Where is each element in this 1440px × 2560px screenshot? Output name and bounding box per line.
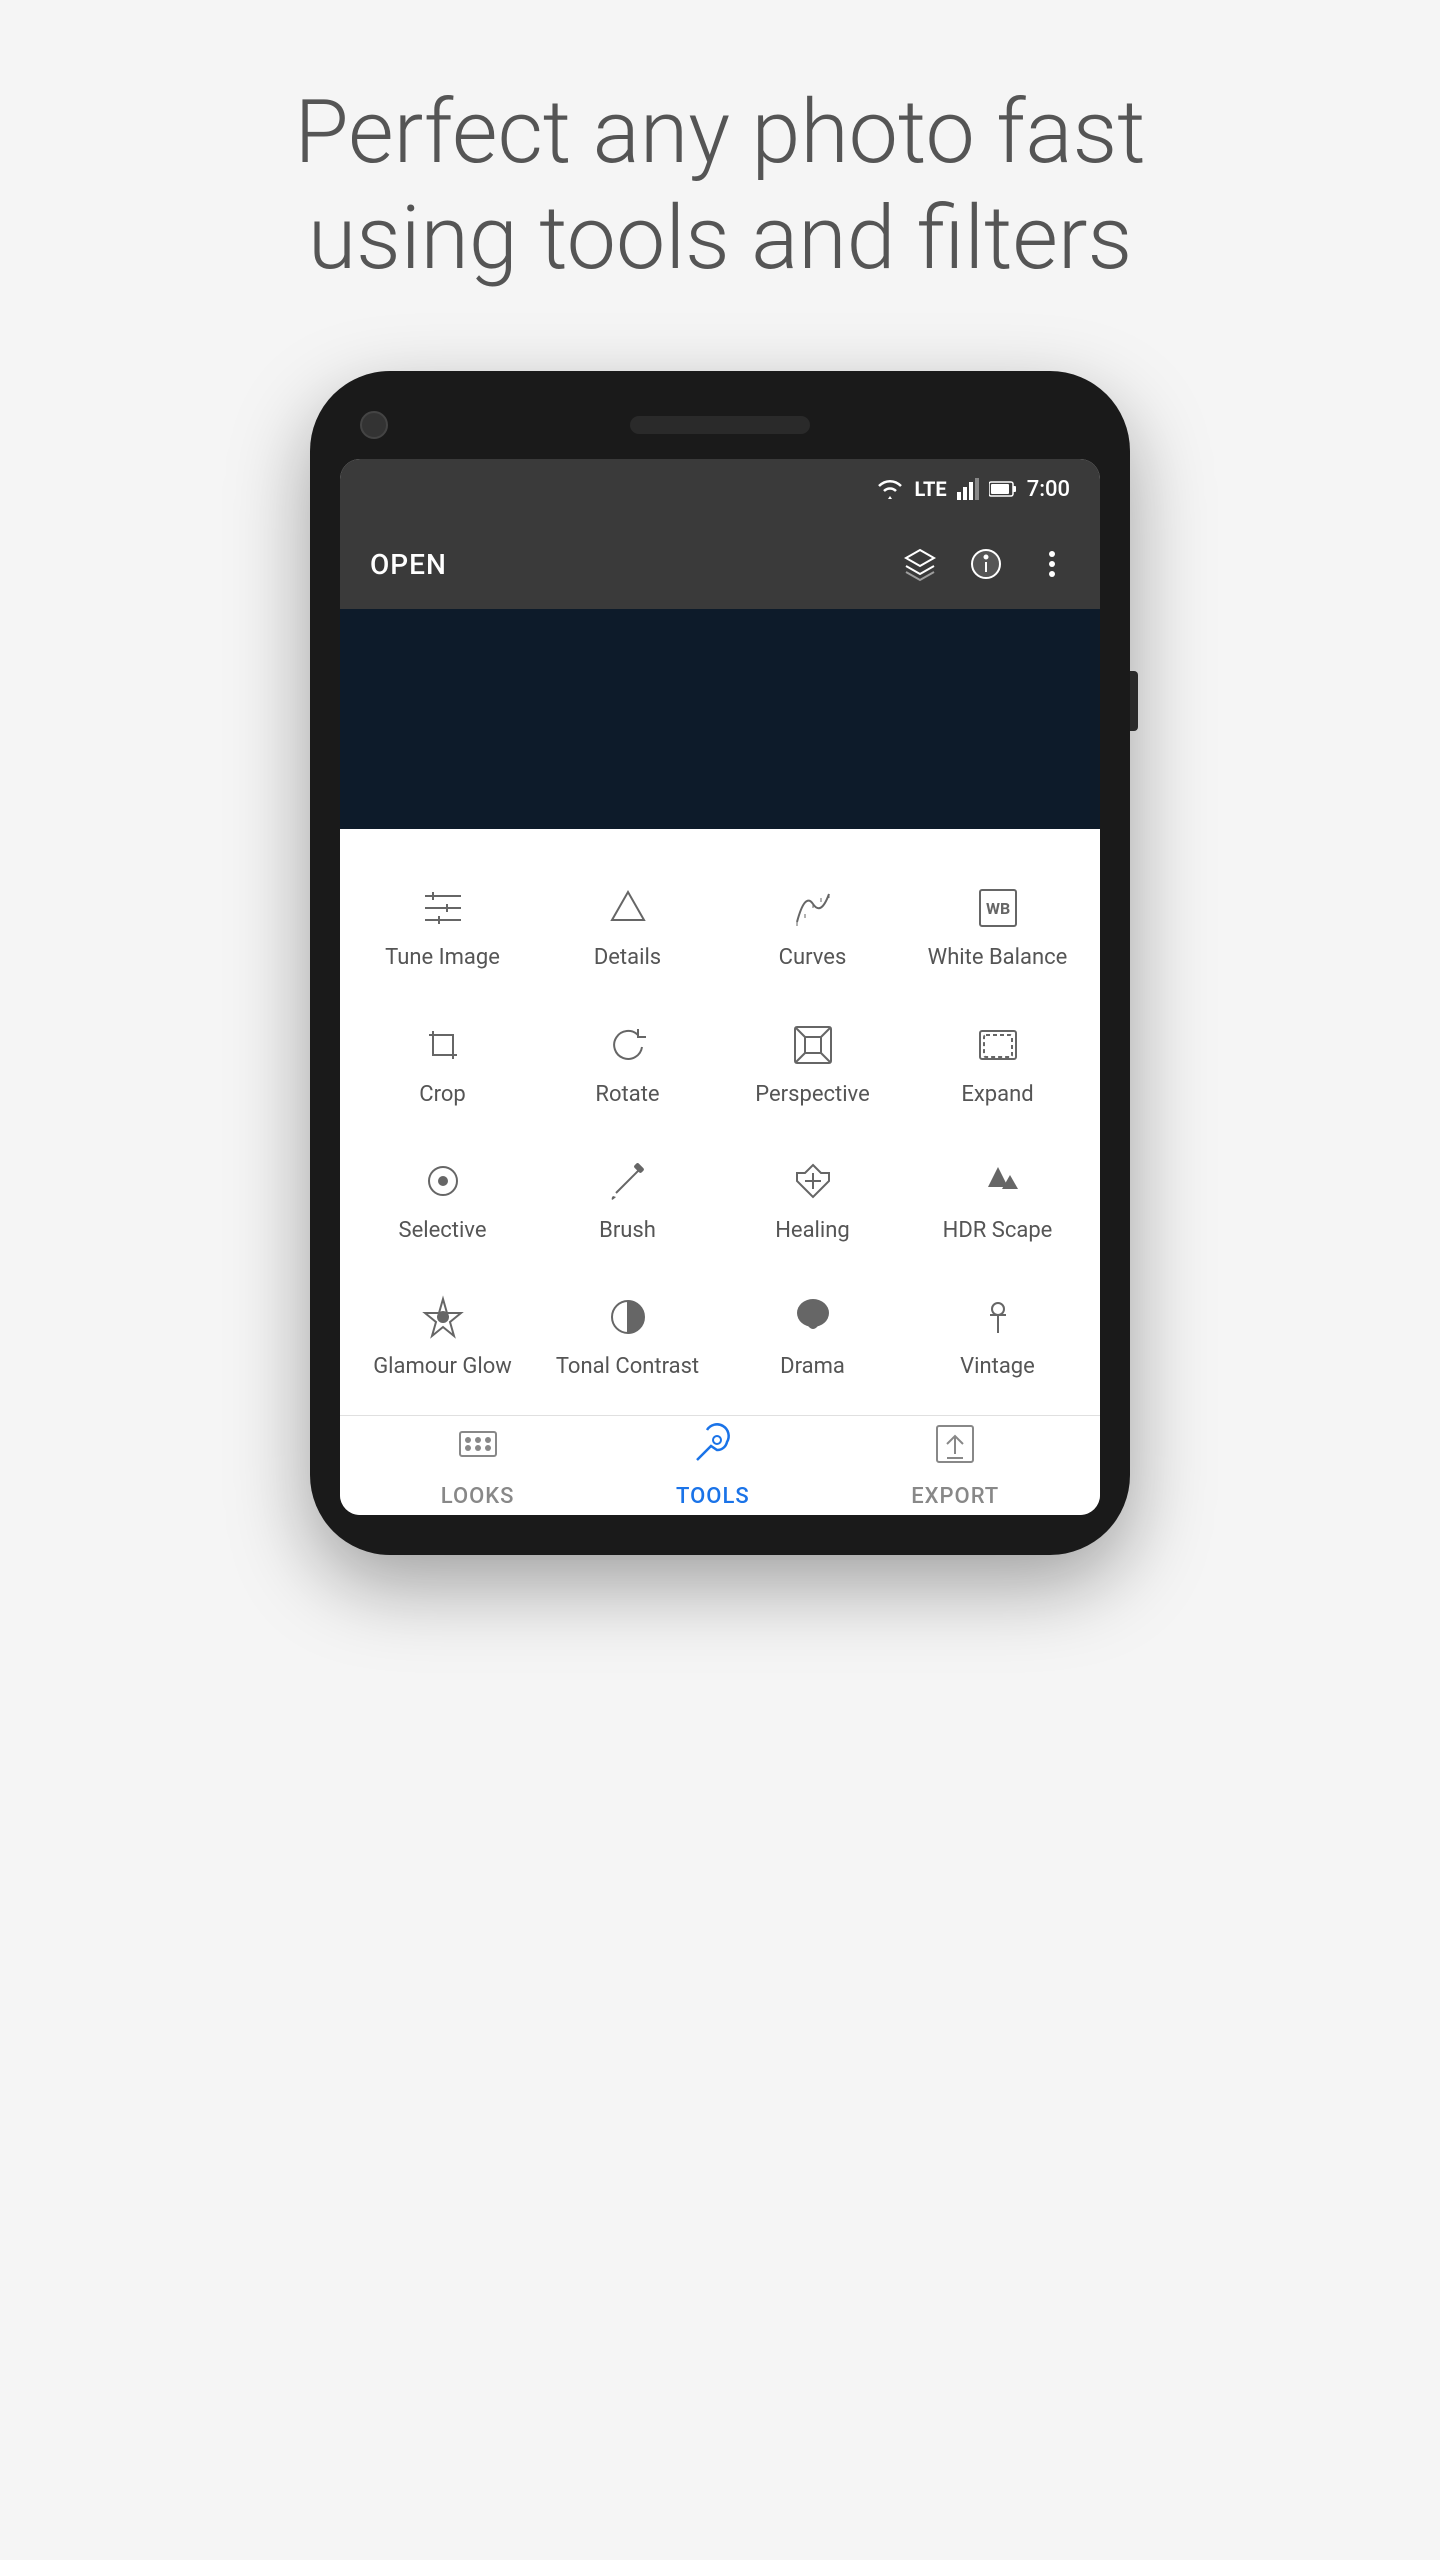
svg-text:W: W xyxy=(986,899,1000,918)
open-button[interactable]: OPEN xyxy=(370,548,447,581)
tune-image-label: Tune Image xyxy=(385,945,500,971)
tool-hdr-scape[interactable]: HDR Scape xyxy=(905,1132,1090,1268)
status-bar: LTE 7:00 xyxy=(340,459,1100,519)
hdr-scape-label: HDR Scape xyxy=(943,1218,1053,1244)
layers-icon[interactable] xyxy=(902,546,938,582)
phone-screen: LTE 7:00 OPEN xyxy=(340,459,1100,1515)
tool-brush[interactable]: Brush xyxy=(535,1132,720,1268)
drama-icon xyxy=(789,1292,837,1342)
more-options-icon[interactable] xyxy=(1034,546,1070,582)
white-balance-icon: W B xyxy=(974,883,1022,933)
expand-label: Expand xyxy=(961,1082,1033,1108)
phone-top-bar xyxy=(340,411,1100,459)
phone-camera xyxy=(360,411,388,439)
expand-icon xyxy=(974,1020,1022,1070)
info-icon[interactable] xyxy=(968,546,1004,582)
perspective-label: Perspective xyxy=(755,1082,869,1108)
phone-side-button xyxy=(1130,671,1138,731)
tools-panel: Tune Image Details xyxy=(340,829,1100,1415)
tool-vintage[interactable]: Vintage xyxy=(905,1268,1090,1404)
photo-preview xyxy=(340,609,1100,829)
status-icons: LTE 7:00 xyxy=(876,477,1070,502)
nav-export[interactable]: EXPORT xyxy=(911,1422,999,1509)
nav-looks[interactable]: LOOKS xyxy=(441,1422,515,1509)
export-icon xyxy=(933,1422,977,1476)
tool-curves[interactable]: Curves xyxy=(720,859,905,995)
export-label: EXPORT xyxy=(911,1484,999,1509)
tool-glamour-glow[interactable]: Glamour Glow xyxy=(350,1268,535,1404)
status-time: 7:00 xyxy=(1027,477,1070,502)
tool-white-balance[interactable]: W B White Balance xyxy=(905,859,1090,995)
tool-crop[interactable]: Crop xyxy=(350,996,535,1132)
tool-tune-image[interactable]: Tune Image xyxy=(350,859,535,995)
lte-indicator: LTE xyxy=(914,477,946,501)
signal-icon xyxy=(957,478,979,500)
perspective-icon xyxy=(789,1020,837,1070)
curves-icon xyxy=(789,883,837,933)
tonal-contrast-icon xyxy=(604,1292,652,1342)
tool-details[interactable]: Details xyxy=(535,859,720,995)
tool-drama[interactable]: Drama xyxy=(720,1268,905,1404)
tool-selective[interactable]: Selective xyxy=(350,1132,535,1268)
headline-line1: Perfect any photo fast xyxy=(294,81,1145,184)
vintage-label: Vintage xyxy=(960,1354,1035,1380)
tool-tonal-contrast[interactable]: Tonal Contrast xyxy=(535,1268,720,1404)
details-label: Details xyxy=(594,945,661,971)
tool-healing[interactable]: Healing xyxy=(720,1132,905,1268)
svg-text:B: B xyxy=(1000,899,1010,918)
looks-label: LOOKS xyxy=(441,1484,515,1509)
drama-label: Drama xyxy=(780,1354,845,1380)
white-balance-label: White Balance xyxy=(928,945,1068,971)
tool-rotate[interactable]: Rotate xyxy=(535,996,720,1132)
rotate-label: Rotate xyxy=(595,1082,659,1108)
tonal-contrast-label: Tonal Contrast xyxy=(556,1354,699,1380)
details-icon xyxy=(604,883,652,933)
bottom-nav: LOOKS TOOLS xyxy=(340,1415,1100,1515)
glamour-glow-icon xyxy=(419,1292,467,1342)
rotate-icon xyxy=(604,1020,652,1070)
healing-label: Healing xyxy=(775,1218,850,1244)
phone-frame: LTE 7:00 OPEN xyxy=(310,371,1130,1555)
headline-line2: using tools and filters xyxy=(308,187,1132,290)
selective-icon xyxy=(419,1156,467,1206)
looks-icon xyxy=(456,1422,500,1476)
hdr-scape-icon xyxy=(974,1156,1022,1206)
crop-label: Crop xyxy=(419,1082,465,1108)
battery-icon xyxy=(989,480,1017,498)
app-bar-actions xyxy=(902,546,1070,582)
tools-grid: Tune Image Details xyxy=(350,859,1090,1405)
selective-label: Selective xyxy=(399,1218,487,1244)
healing-icon xyxy=(789,1156,837,1206)
headline: Perfect any photo fast using tools and f… xyxy=(194,80,1245,291)
glamour-glow-label: Glamour Glow xyxy=(373,1354,512,1380)
crop-icon xyxy=(419,1020,467,1070)
tools-icon xyxy=(691,1422,735,1476)
phone-speaker xyxy=(630,416,810,434)
tools-label: TOOLS xyxy=(676,1484,750,1509)
app-bar: OPEN xyxy=(340,519,1100,609)
wifi-icon xyxy=(876,478,904,500)
vintage-icon xyxy=(974,1292,1022,1342)
tool-expand[interactable]: Expand xyxy=(905,996,1090,1132)
tune-image-icon xyxy=(419,883,467,933)
curves-label: Curves xyxy=(779,945,847,971)
brush-icon xyxy=(604,1156,652,1206)
tool-perspective[interactable]: Perspective xyxy=(720,996,905,1132)
nav-tools[interactable]: TOOLS xyxy=(676,1422,750,1509)
brush-label: Brush xyxy=(599,1218,656,1244)
